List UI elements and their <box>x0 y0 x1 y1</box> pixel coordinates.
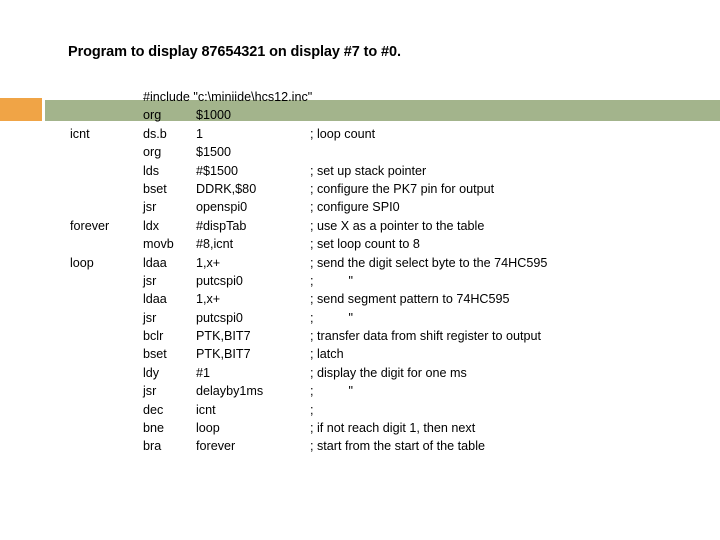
code-operand: delayby1ms <box>196 384 264 399</box>
code-mnemonic: jsr <box>143 384 157 399</box>
code-line: jsr putcspi0 ; " <box>0 272 720 290</box>
code-line: org $1000 <box>0 106 720 124</box>
code-operand: PTK,BIT7 <box>196 329 251 344</box>
page-title: Program to display 87654321 on display #… <box>68 44 401 60</box>
code-comment: ; set loop count to 8 <box>310 237 420 252</box>
code-line: bne loop ; if not reach digit 1, then next <box>0 419 720 437</box>
code-line: dec icnt; <box>0 401 720 419</box>
code-mnemonic: bset <box>143 347 167 362</box>
code-mnemonic: dec <box>143 402 164 417</box>
code-operand: PTK,BIT7 <box>196 347 251 362</box>
code-mnemonic: bra <box>143 439 162 454</box>
code-line: movb #8,icnt ; set loop count to 8 <box>0 235 720 253</box>
code-mnemonic: ldy <box>143 365 160 380</box>
code-operand: #$1500 <box>196 163 239 178</box>
code-operand: #1 <box>196 365 211 380</box>
code-operand: forever <box>196 439 236 454</box>
code-mnemonic: org <box>143 108 162 123</box>
code-operand: 1,x+ <box>196 292 221 307</box>
code-label: icnt <box>70 126 90 141</box>
code-mnemonic: ldaa <box>143 292 167 307</box>
code-line: bclr PTK,BIT7 ; transfer data from shift r… <box>0 327 720 345</box>
code-comment: ; start from the start of the table <box>310 439 485 454</box>
code-line: org $1500 <box>0 143 720 161</box>
code-operand: DDRK,$80 <box>196 181 257 196</box>
code-line: ldaa 1,x+ ; send segment pattern to 74HC59… <box>0 290 720 308</box>
code-line: ldy #1 ; display the digit for one ms <box>0 364 720 382</box>
code-mnemonic: ldaa <box>143 255 167 270</box>
code-comment: ; " <box>310 273 353 288</box>
code-line: forever ldx #dispTab ; use X as a pointer t… <box>0 217 720 235</box>
code-operand: putcspi0 <box>196 273 243 288</box>
slide-canvas: Program to display 87654321 on display #… <box>0 0 720 540</box>
code-operand: putcspi0 <box>196 310 243 325</box>
code-comment: ; <box>310 402 314 417</box>
code-operand: #8,icnt <box>196 237 234 252</box>
code-line: bset PTK,BIT7 ; latch <box>0 345 720 363</box>
code-mnemonic: ldx <box>143 218 160 233</box>
code-line: icnt ds.b 1 ; loop count <box>0 125 720 143</box>
code-operand: 1 <box>196 126 204 141</box>
code-comment: ; " <box>310 310 353 325</box>
code-comment: ; configure SPI0 <box>310 200 400 215</box>
code-line: jsr putcspi0 ; " <box>0 309 720 327</box>
code-comment: ; " <box>310 384 353 399</box>
code-operand: loop <box>196 421 220 436</box>
code-line: #include "c:\miniide\hcs12.inc" <box>0 88 720 106</box>
code-operand: $1500 <box>196 145 232 160</box>
code-line: bra forever ; start from the start of the … <box>0 437 720 455</box>
code-comment: ; loop count <box>310 126 376 141</box>
code-label: forever <box>70 218 110 233</box>
code-mnemonic: org <box>143 145 162 160</box>
code-comment: ; set up stack pointer <box>310 163 427 178</box>
code-line: jsr openspi0 ; configure SPI0 <box>0 198 720 216</box>
code-operand: #dispTab <box>196 218 247 233</box>
code-comment: ; send segment pattern to 74HC595 <box>310 292 510 307</box>
code-mnemonic: bne <box>143 421 165 436</box>
code-mnemonic: bset <box>143 181 167 196</box>
code-comment: ; transfer data from shift register to o… <box>310 329 541 344</box>
code-comment: ; send the digit select byte to the 74HC… <box>310 255 548 270</box>
code-mnemonic: lds <box>143 163 160 178</box>
code-mnemonic: bclr <box>143 329 164 344</box>
code-label: loop <box>70 255 94 270</box>
code-mnemonic: jsr <box>143 200 157 215</box>
code-line: lds #$1500 ; set up stack pointer <box>0 162 720 180</box>
code-comment: ; if not reach digit 1, then next <box>310 421 476 436</box>
code-operand: icnt <box>196 402 216 417</box>
code-line: loop ldaa 1,x+ ; send the digit select byte… <box>0 254 720 272</box>
code-comment: ; configure the PK7 pin for output <box>310 181 495 196</box>
code-comment: ; latch <box>310 347 344 362</box>
code-comment: ; display the digit for one ms <box>310 365 467 380</box>
code-mnemonic: jsr <box>143 273 157 288</box>
code-include-directive: #include "c:\miniide\hcs12.inc" <box>143 90 313 104</box>
code-operand: openspi0 <box>196 200 248 215</box>
code-line: jsr delayby1ms ; " <box>0 382 720 400</box>
code-mnemonic: ds.b <box>143 126 167 141</box>
code-listing: #include "c:\miniide\hcs12.inc" org $1000 i… <box>0 88 720 456</box>
code-operand: $1000 <box>196 108 232 123</box>
code-mnemonic: jsr <box>143 310 157 325</box>
code-line: bset DDRK,$80 ; configure the PK7 pin for … <box>0 180 720 198</box>
code-operand: 1,x+ <box>196 255 221 270</box>
code-mnemonic: movb <box>143 237 174 252</box>
code-comment: ; use X as a pointer to the table <box>310 218 485 233</box>
